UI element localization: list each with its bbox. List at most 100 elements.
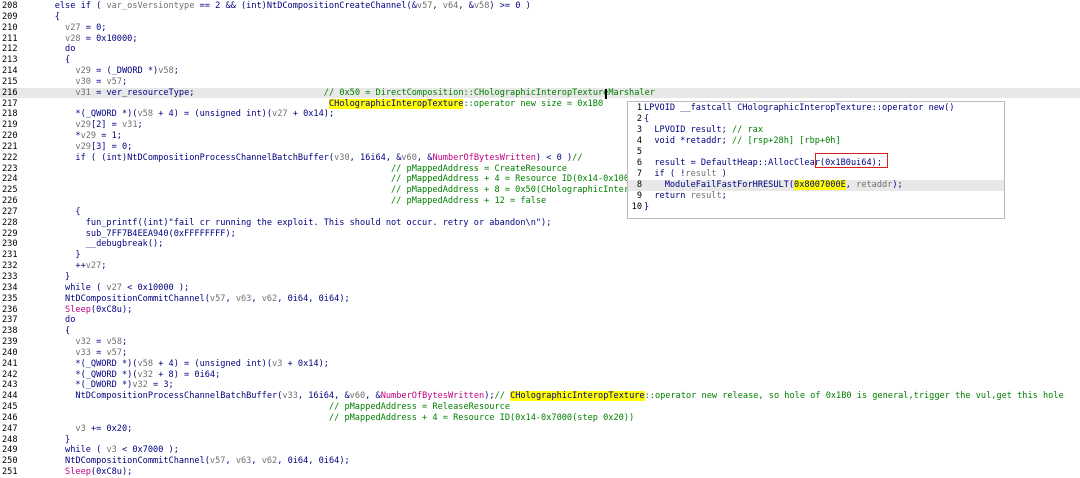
lines-code: NtDCompositionProcessChannelBatchBuffer(…: [34, 391, 1064, 402]
lines-line[interactable]: 236 Sleep(0xC8u);: [0, 305, 1080, 316]
popup-line[interactable]: 2{: [628, 114, 1004, 125]
code-token: , &: [365, 391, 381, 402]
code-token: {: [34, 206, 81, 217]
lines-line[interactable]: 235 NtDCompositionCommitChannel(v57, v63…: [0, 294, 1080, 305]
lines-code: fun_printf((int)"fail cr running the exp…: [34, 218, 552, 229]
pseudocode-editor[interactable]: 208 else if ( var_osVersiontype == 2 && …: [0, 0, 1080, 478]
lines-line[interactable]: 249 while ( v3 < 0x7000 );: [0, 445, 1080, 456]
code-token: // pMappedAddress + 4 = Resource ID(0x14…: [328, 412, 635, 423]
lines-line[interactable]: 245 // pMappedAddress = ReleaseResource: [0, 402, 1080, 413]
code-token: ::operator new release, so hole of 0x1B0…: [644, 391, 1064, 402]
lines-line-number: 232: [2, 261, 18, 272]
lines-code: }: [34, 435, 70, 446]
lines-code: {: [34, 12, 60, 23]
popup-line[interactable]: 3 LPVOID result; // rax: [628, 125, 1004, 136]
lines-line-number: 235: [2, 293, 18, 304]
lines-line[interactable]: 213 {: [0, 55, 1080, 66]
lines-line-number: 219: [2, 120, 18, 131]
popup-line[interactable]: 8 ModuleFailFastForHRESULT(0x8007000E, r…: [628, 180, 1004, 191]
lines-line[interactable]: 210 v27 = 0;: [0, 23, 1080, 34]
lines-line[interactable]: 250 NtDCompositionCommitChannel(v57, v63…: [0, 456, 1080, 467]
lines-code: {: [34, 206, 81, 218]
code-token: , 16i64, &: [297, 391, 350, 402]
code-token: // rax: [731, 125, 764, 135]
lines-line[interactable]: 214 v29 = (_DWORD *)v58;: [0, 66, 1080, 77]
lines-line[interactable]: 212 do: [0, 44, 1080, 55]
lines-line[interactable]: 237 do: [0, 315, 1080, 326]
lines-line-number: 239: [2, 337, 18, 348]
code-token: );: [484, 391, 495, 402]
popup-line[interactable]: 7 if ( !result ): [628, 169, 1004, 180]
lines-line[interactable]: 215 v30 = v57;: [0, 77, 1080, 88]
code-token: }: [34, 434, 71, 445]
code-token: ;: [122, 337, 128, 348]
code-token: v3: [106, 445, 117, 456]
lines-line[interactable]: 246 // pMappedAddress + 4 = Resource ID(…: [0, 413, 1080, 424]
lines-line[interactable]: 251 Sleep(0xC8u);: [0, 467, 1080, 478]
code-token: CHolographicInteropTexture: [328, 98, 464, 109]
code-token: v63: [235, 456, 252, 467]
lines-line[interactable]: 242 *(_QWORD *)(v32 + 8) = 0i64;: [0, 370, 1080, 381]
lines-line[interactable]: 241 *(_QWORD *)(v58 + 4) = (unsigned int…: [0, 359, 1080, 370]
code-token: v32: [132, 380, 148, 391]
code-token: sub_7FF7B4EEA940(0xFFFFFFFF);: [34, 228, 236, 239]
code-token: v57: [209, 293, 226, 304]
lines-line[interactable]: 243 *(_DWORD *)v32 = 3;: [0, 380, 1080, 391]
popup-line[interactable]: 4 void *retaddr; // [rsp+28h] [rbp+0h]: [628, 136, 1004, 147]
lines-line-number: 227: [2, 206, 18, 217]
code-token: [2] =: [90, 120, 122, 131]
code-token: v57: [106, 76, 122, 87]
lines-line[interactable]: 231 }: [0, 250, 1080, 261]
lines-line[interactable]: 230 __debugbreak();: [0, 239, 1080, 250]
popup-code: void *retaddr; // [rsp+28h] [rbp+0h]: [644, 136, 840, 147]
lines-line[interactable]: 233 }: [0, 272, 1080, 283]
lines-line-number: 230: [2, 239, 18, 250]
lines-line[interactable]: 229 sub_7FF7B4EEA940(0xFFFFFFFF);: [0, 229, 1080, 240]
code-token: == 2 && (int)NtDCompositionCreateChannel…: [194, 1, 417, 11]
code-token: NtDCompositionCommitChannel(: [34, 293, 210, 304]
code-token: (0xC8u);: [90, 467, 133, 478]
popup-code: ModuleFailFastForHRESULT(0x8007000E, ret…: [644, 180, 903, 191]
lines-line[interactable]: 247 v3 += 0x20;: [0, 424, 1080, 435]
lines-line[interactable]: 232 ++v27;: [0, 261, 1080, 272]
popup-line-number: 3: [636, 125, 642, 135]
lines-line[interactable]: 208 else if ( var_osVersiontype == 2 && …: [0, 1, 1080, 12]
lines-code: v33 = v57;: [34, 348, 127, 359]
popup-line[interactable]: 10}: [628, 202, 1004, 213]
code-token: v57: [416, 1, 433, 11]
lines-code: ++v27;: [34, 261, 106, 272]
lines-line[interactable]: 244 NtDCompositionProcessChannelBatchBuf…: [0, 391, 1080, 402]
code-token: + 4) = (unsigned int)(: [153, 358, 273, 369]
lines-code: v30 = v57;: [34, 77, 127, 88]
popup-line-number: 1: [636, 103, 642, 113]
lines-line[interactable]: 248 }: [0, 435, 1080, 446]
code-token: v33: [282, 391, 298, 402]
lines-code: *(_DWORD *)v32 = 3;: [34, 380, 173, 391]
lines-code: v28 = 0x10000;: [34, 34, 137, 45]
code-token: v30: [75, 76, 91, 87]
code-token: v62: [261, 293, 278, 304]
code-token: v32: [75, 337, 91, 348]
popup-line[interactable]: 1 LPVOID __fastcall CHolographicInteropTe…: [628, 103, 1004, 114]
lines-line-number: 237: [2, 315, 18, 326]
code-token: ,: [845, 180, 857, 190]
code-token: ;: [122, 347, 128, 358]
lines-line[interactable]: 234 while ( v27 < 0x10000 );: [0, 283, 1080, 294]
code-token: (0xC8u);: [90, 304, 133, 315]
lines-line[interactable]: 211 v28 = 0x10000;: [0, 34, 1080, 45]
code-token: v58: [137, 358, 154, 369]
lines-line[interactable]: 238 {: [0, 326, 1080, 337]
lines-line-number: 250: [2, 456, 18, 467]
code-token: , 0i64, 0i64);: [277, 293, 350, 304]
lines-line[interactable]: 209 {: [0, 12, 1080, 23]
lines-line[interactable]: 240 v33 = v57;: [0, 348, 1080, 359]
popup-line[interactable]: 9 return result;: [628, 191, 1004, 202]
lines-line[interactable]: 228 fun_printf((int)"fail cr running the…: [0, 218, 1080, 229]
lines-line[interactable]: 239 v32 = v58;: [0, 337, 1080, 348]
code-token: Sleep: [65, 304, 91, 315]
lines-line[interactable]: 216 v31 = ver_resourceType; // 0x50 = Di…: [0, 87, 1080, 99]
